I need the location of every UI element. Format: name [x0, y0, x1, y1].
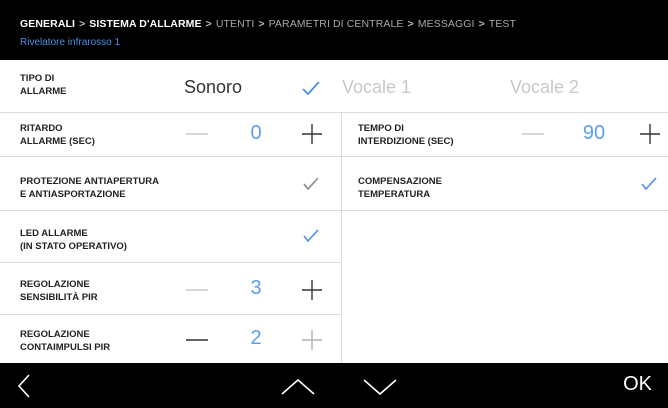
- breadcrumb-parametri-centrale[interactable]: PARAMETRI DI CENTRALE: [269, 18, 404, 30]
- chevron-down-icon[interactable]: [362, 378, 398, 396]
- breadcrumb-separator: >: [79, 18, 86, 30]
- breadcrumb-separator: >: [205, 18, 212, 30]
- chevron-up-icon[interactable]: [280, 378, 316, 396]
- breadcrumb-separator: >: [407, 18, 414, 30]
- option-sonoro[interactable]: Sonoro: [184, 77, 242, 98]
- tempo-interdizione-label-line1: TEMPO DI: [358, 123, 404, 134]
- contaimpulsi-pir-label-line1: REGOLAZIONE: [20, 329, 90, 340]
- breadcrumb-sistema-allarme[interactable]: SISTEMA D'ALLARME: [89, 18, 201, 30]
- compensazione-check-icon[interactable]: [640, 177, 658, 191]
- ritardo-allarme-value: 0: [250, 122, 262, 144]
- tempo-interdizione-value: 90: [582, 122, 606, 144]
- contaimpulsi-pir-value: 2: [250, 327, 262, 349]
- tempo-interdizione-label-line2: INTERDIZIONE (SEC): [358, 136, 454, 147]
- device-subtitle: Rivelatore infrarosso 1: [20, 37, 121, 48]
- breadcrumb-generali[interactable]: GENERALI: [20, 18, 75, 30]
- led-allarme-label-line2: (IN STATO OPERATIVO): [20, 241, 127, 252]
- row-divider: [0, 112, 668, 113]
- ritardo-plus-icon[interactable]: [302, 124, 322, 144]
- ok-button[interactable]: OK: [623, 373, 652, 396]
- row-divider: [0, 156, 668, 157]
- interdizione-plus-icon[interactable]: [640, 124, 660, 144]
- contaimpulsi-minus-icon[interactable]: [186, 339, 208, 341]
- column-divider: [341, 112, 342, 363]
- sensibilita-pir-label-line1: REGOLAZIONE: [20, 279, 90, 290]
- tipo-allarme-label-line2: ALLARME: [20, 86, 67, 97]
- ritardo-allarme-label-line2: ALLARME (SEC): [20, 136, 95, 147]
- option-vocale-1[interactable]: Vocale 1: [342, 77, 411, 98]
- breadcrumb-separator: >: [258, 18, 265, 30]
- ritardo-minus-icon[interactable]: [186, 133, 208, 135]
- protezione-label-line2: E ANTIASPORTAZIONE: [20, 189, 126, 200]
- footer-bar: OK: [0, 363, 668, 408]
- ritardo-allarme-label-line1: RITARDO: [20, 123, 63, 134]
- sensibilita-pir-value: 3: [250, 277, 262, 299]
- led-allarme-label-line1: LED ALLARME: [20, 228, 88, 239]
- interdizione-minus-icon[interactable]: [522, 133, 544, 135]
- protezione-check-icon[interactable]: [302, 177, 320, 191]
- header-bar: GENERALI > SISTEMA D'ALLARME > UTENTI > PARAME…: [0, 0, 668, 60]
- contaimpulsi-plus-icon[interactable]: [302, 330, 322, 350]
- sensibilita-pir-label-line2: SENSIBILITÀ PIR: [20, 292, 98, 303]
- option-vocale-2[interactable]: Vocale 2: [510, 77, 579, 98]
- tempo-interdizione-label: TEMPO DI INTERDIZIONE (SEC): [358, 122, 454, 148]
- sensibilita-pir-label: REGOLAZIONE SENSIBILITÀ PIR: [20, 278, 98, 304]
- tipo-allarme-label: TIPO DI ALLARME: [20, 72, 66, 98]
- protezione-label: PROTEZIONE ANTIAPERTURA E ANTIASPORTAZIO…: [20, 175, 159, 201]
- contaimpulsi-pir-label: REGOLAZIONE CONTAIMPULSI PIR: [20, 328, 110, 354]
- sensibilita-plus-icon[interactable]: [302, 280, 322, 300]
- compensazione-label: COMPENSAZIONE TEMPERATURA: [358, 175, 442, 201]
- compensazione-label-line1: COMPENSAZIONE: [358, 176, 442, 187]
- row-divider: [0, 314, 341, 315]
- sonoro-selected-check-icon: [302, 81, 320, 96]
- contaimpulsi-pir-label-line2: CONTAIMPULSI PIR: [20, 342, 111, 353]
- sensibilita-minus-icon[interactable]: [186, 289, 208, 291]
- led-allarme-check-icon[interactable]: [302, 229, 320, 243]
- breadcrumb-utenti[interactable]: UTENTI: [216, 18, 255, 30]
- row-divider: [0, 262, 341, 263]
- breadcrumb: GENERALI > SISTEMA D'ALLARME > UTENTI > PARAME…: [20, 18, 516, 30]
- ritardo-allarme-label: RITARDO ALLARME (SEC): [20, 122, 95, 148]
- breadcrumb-test[interactable]: TEST: [489, 18, 516, 30]
- led-allarme-label: LED ALLARME (IN STATO OPERATIVO): [20, 227, 127, 253]
- breadcrumb-messaggi[interactable]: MESSAGGI: [418, 18, 475, 30]
- tipo-allarme-label-line1: TIPO DI: [20, 73, 55, 84]
- breadcrumb-separator: >: [478, 18, 485, 30]
- compensazione-label-line2: TEMPERATURA: [358, 189, 431, 200]
- row-divider: [0, 210, 668, 211]
- chevron-left-icon[interactable]: [16, 373, 32, 399]
- protezione-label-line1: PROTEZIONE ANTIAPERTURA: [20, 176, 159, 187]
